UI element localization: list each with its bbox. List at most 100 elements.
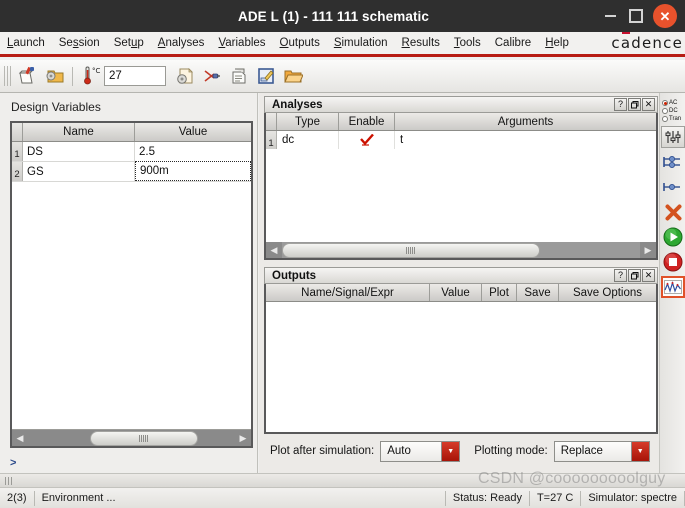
plotting-mode-value: Replace — [560, 445, 603, 457]
status-environment[interactable]: Environment ... — [35, 492, 123, 504]
radio-label-dc: DC — [669, 108, 678, 114]
outputs-panel-title: Outputs — [272, 269, 317, 282]
scroll-left-arrow[interactable]: ◀ — [12, 430, 28, 446]
analysis-arguments-cell[interactable]: t — [395, 131, 656, 149]
radio-dot-ac[interactable] — [662, 100, 668, 106]
delete-analyses-icon[interactable] — [198, 64, 225, 89]
analyses-table[interactable]: Type Enable Arguments 1 dc t ◀ ▶ — [264, 113, 658, 260]
setup-outputs-icon[interactable] — [661, 176, 685, 198]
outputs-table[interactable]: Name/Signal/Expr Value Plot Save Save Op… — [264, 284, 658, 434]
column-header-name-signal-expr[interactable]: Name/Signal/Expr — [266, 284, 430, 301]
close-button[interactable]: ✕ — [653, 4, 677, 28]
plotting-mode-dropdown[interactable]: Replace ▼ — [553, 440, 650, 462]
scroll-thumb-grip — [406, 246, 416, 254]
close-panel-button[interactable]: ✕ — [642, 269, 655, 282]
close-panel-button[interactable]: ✕ — [642, 98, 655, 111]
radio-dc[interactable]: DC — [662, 107, 684, 115]
design-variables-header: Name Value — [12, 123, 251, 142]
column-header-value[interactable]: Value — [135, 123, 251, 141]
choose-analyses-icon[interactable] — [661, 126, 685, 148]
column-header-save-options[interactable]: Save Options — [559, 284, 656, 301]
variable-name-cell[interactable]: DS — [23, 142, 135, 161]
radio-ac[interactable]: AC — [662, 99, 684, 107]
table-row[interactable]: 2 GS 900m — [12, 161, 251, 182]
scroll-right-arrow[interactable]: ▶ — [235, 430, 251, 446]
table-corner — [266, 113, 277, 130]
table-row[interactable]: 1 dc t — [266, 131, 656, 149]
chevron-down-icon[interactable]: ▼ — [441, 441, 460, 461]
menu-results[interactable]: Results — [395, 35, 447, 51]
delete-icon[interactable] — [661, 201, 685, 223]
run-simulation-icon[interactable] — [661, 226, 685, 248]
menu-session[interactable]: Session — [52, 35, 107, 51]
help-button[interactable]: ? — [614, 98, 627, 111]
column-header-value[interactable]: Value — [430, 284, 482, 301]
bottom-splitter[interactable] — [0, 473, 685, 487]
analysis-enable-cell[interactable] — [339, 131, 395, 149]
chevron-down-icon[interactable]: ▼ — [630, 441, 649, 461]
radio-tran[interactable]: Tran — [662, 115, 684, 123]
scroll-right-arrow[interactable]: ▶ — [640, 242, 656, 258]
variable-value-cell-selected[interactable]: 900m — [135, 161, 251, 181]
radio-dot-tran[interactable] — [662, 116, 668, 122]
column-header-save[interactable]: Save — [517, 284, 559, 301]
stop-simulation-icon[interactable] — [661, 251, 685, 273]
undock-button[interactable] — [628, 269, 641, 282]
minimize-button[interactable] — [597, 3, 623, 29]
column-header-name[interactable]: Name — [23, 123, 135, 141]
menu-launch[interactable]: Launch — [0, 35, 52, 51]
variable-value-cell[interactable]: 2.5 — [135, 142, 251, 161]
netlist-icon[interactable] — [225, 64, 252, 89]
toolbar-grip[interactable] — [4, 66, 11, 86]
window-title: ADE L (1) - 111 111 schematic — [237, 8, 429, 24]
scroll-left-arrow[interactable]: ◀ — [266, 242, 282, 258]
plot-after-simulation-dropdown[interactable]: Auto ▼ — [380, 440, 461, 462]
column-header-arguments[interactable]: Arguments — [395, 113, 656, 130]
undock-button[interactable] — [628, 98, 641, 111]
analysis-type-cell[interactable]: dc — [277, 131, 339, 149]
variable-name-cell[interactable]: GS — [23, 162, 135, 181]
plot-outputs-icon[interactable] — [661, 276, 685, 298]
scroll-thumb[interactable] — [282, 242, 540, 258]
scroll-track[interactable] — [28, 430, 235, 446]
plot-controls-row: Plot after simulation: Auto ▼ Plotting m… — [264, 435, 658, 467]
command-prompt[interactable]: > — [10, 455, 253, 471]
open-results-icon[interactable] — [279, 64, 306, 89]
maximize-button[interactable] — [623, 3, 649, 29]
new-session-icon[interactable] — [14, 64, 41, 89]
right-toolbar-strip: AC DC Tran — [659, 93, 685, 473]
design-variables-title: Design Variables — [11, 100, 101, 114]
temperature-input[interactable] — [104, 66, 166, 86]
column-header-enable[interactable]: Enable — [339, 113, 395, 130]
column-header-type[interactable]: Type — [277, 113, 339, 130]
edit-variables-icon[interactable] — [252, 64, 279, 89]
checkmark-icon[interactable] — [359, 133, 374, 146]
radio-dot-dc[interactable] — [662, 108, 668, 114]
menu-outputs[interactable]: Outputs — [273, 35, 327, 51]
edit-variables-icon[interactable] — [661, 151, 685, 173]
save-state-icon[interactable] — [171, 64, 198, 89]
analyses-panel-titlebar: Analyses ? ✕ — [264, 96, 658, 113]
menu-help[interactable]: Help — [538, 35, 576, 51]
menu-setup[interactable]: Setup — [107, 35, 151, 51]
title-bar: ADE L (1) - 111 111 schematic ✕ — [0, 0, 685, 32]
menu-simulation[interactable]: Simulation — [327, 35, 395, 51]
scroll-track[interactable] — [282, 242, 640, 258]
help-button[interactable]: ? — [614, 269, 627, 282]
menu-variables[interactable]: Variables — [211, 35, 272, 51]
open-session-icon[interactable] — [41, 64, 68, 89]
analyses-hscrollbar[interactable]: ◀ ▶ — [266, 242, 656, 258]
menu-analyses[interactable]: Analyses — [151, 35, 212, 51]
outputs-empty-area[interactable] — [266, 302, 656, 432]
menu-calibre[interactable]: Calibre — [488, 35, 538, 51]
column-header-plot[interactable]: Plot — [482, 284, 517, 301]
analyses-panel-buttons: ? ✕ — [613, 98, 657, 111]
design-variables-hscrollbar[interactable]: ◀ ▶ — [12, 429, 251, 446]
scroll-thumb[interactable] — [90, 430, 198, 446]
design-variables-table[interactable]: Name Value 1 DS 2.5 2 GS 900m ◀ ▶ — [10, 121, 253, 448]
design-variables-pane: Design Variables Name Value 1 DS 2.5 2 G… — [0, 93, 258, 473]
analyses-table-header: Type Enable Arguments — [266, 113, 656, 131]
outputs-panel-buttons: ? ✕ — [613, 269, 657, 282]
table-row[interactable]: 1 DS 2.5 — [12, 142, 251, 162]
menu-tools[interactable]: Tools — [447, 35, 488, 51]
